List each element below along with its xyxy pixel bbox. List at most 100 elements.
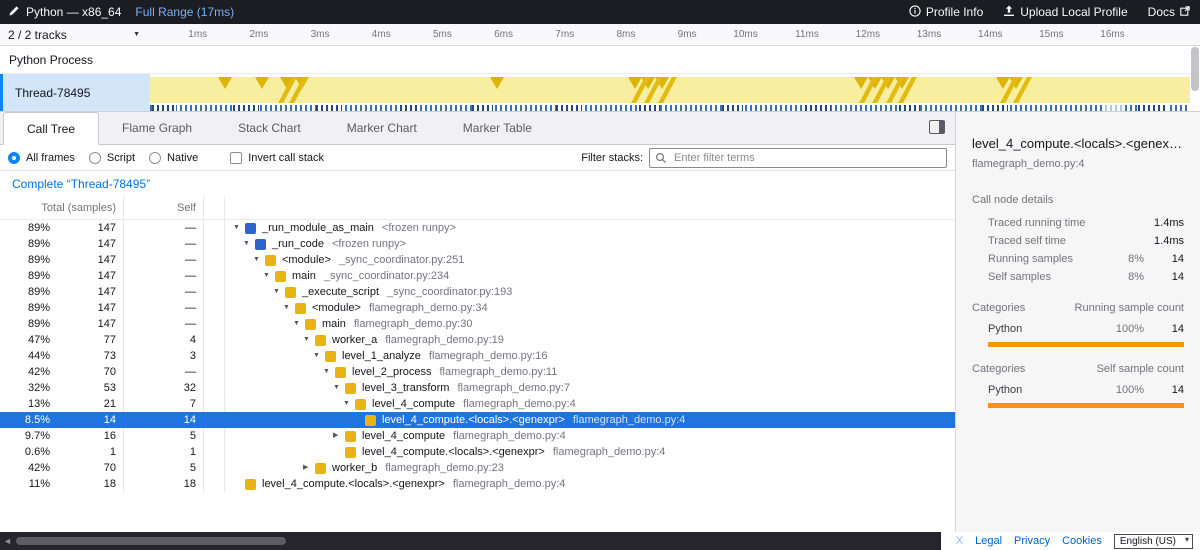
call-tree-row[interactable]: 8.5% 14 14 level_4_compute.<locals>.<gen… <box>0 412 955 428</box>
footer-x-link[interactable]: X <box>956 535 963 547</box>
cookies-link[interactable]: Cookies <box>1062 535 1102 547</box>
row-file-line: flamegraph_demo.py:30 <box>354 316 473 332</box>
track-samples[interactable] <box>150 105 1190 111</box>
twisty-icon[interactable]: ▶ <box>303 460 315 476</box>
legal-link[interactable]: Legal <box>975 535 1002 547</box>
row-function-name: main <box>292 268 316 284</box>
call-tree-row[interactable]: 89% 147 — ▼ _execute_script _sync_coordi… <box>0 284 955 300</box>
sample-segment <box>316 105 342 111</box>
call-tree-row[interactable]: 42% 70 5 ▶ worker_b flamegraph_demo.py:2… <box>0 460 955 476</box>
twisty-icon[interactable]: ▼ <box>343 396 355 412</box>
tab-call-tree[interactable]: Call Tree <box>3 112 99 145</box>
twisty-icon[interactable]: ▼ <box>323 364 335 380</box>
thread-track[interactable]: Thread-78495 <box>0 74 1200 112</box>
language-select[interactable]: English (US) ▾ <box>1114 534 1193 549</box>
ruler-tick: 13ms <box>884 24 945 45</box>
twisty-icon[interactable]: ▼ <box>333 380 345 396</box>
call-tree-row[interactable]: 9.7% 16 5 ▶ level_4_compute flamegraph_d… <box>0 428 955 444</box>
row-function-name: _execute_script <box>302 284 379 300</box>
call-tree-row[interactable]: 32% 53 32 ▼ level_3_transform flamegraph… <box>0 380 955 396</box>
twisty-icon[interactable]: ▼ <box>263 268 275 284</box>
privacy-link[interactable]: Privacy <box>1014 535 1050 547</box>
row-gutter <box>204 332 225 348</box>
call-tree-row[interactable]: 89% 147 — ▼ main flamegraph_demo.py:30 <box>0 316 955 332</box>
profile-name-button[interactable]: Python — x86_64 <box>8 5 121 20</box>
twisty-icon[interactable]: ▼ <box>233 220 245 236</box>
sample-segment <box>1138 105 1167 111</box>
twisty-icon[interactable]: ▼ <box>273 284 285 300</box>
category-color-icon <box>295 303 306 314</box>
ruler-tick: 3ms <box>272 24 333 45</box>
call-tree-row[interactable]: 13% 21 7 ▼ level_4_compute flamegraph_de… <box>0 396 955 412</box>
tab-stack-chart[interactable]: Stack Chart <box>215 112 324 144</box>
sample-segment <box>899 105 920 111</box>
tab-marker-table[interactable]: Marker Table <box>440 112 555 144</box>
row-self: — <box>124 316 204 332</box>
sidebar-toggle-button[interactable] <box>929 120 945 137</box>
row-function-name: _run_code <box>272 236 324 252</box>
call-tree-row[interactable]: 47% 77 4 ▼ worker_a flamegraph_demo.py:1… <box>0 332 955 348</box>
call-tree-row[interactable]: 89% 147 — ▼ _run_module_as_main <frozen … <box>0 220 955 236</box>
call-tree-row[interactable]: 89% 147 — ▼ <module> flamegraph_demo.py:… <box>0 300 955 316</box>
horizontal-scrollbar-thumb[interactable] <box>16 537 286 545</box>
script-label: Script <box>107 152 135 164</box>
upload-profile-button[interactable]: Upload Local Profile <box>1003 5 1127 20</box>
twisty-icon[interactable]: ▼ <box>283 300 295 316</box>
tab-marker-chart[interactable]: Marker Chart <box>324 112 440 144</box>
twisty-icon[interactable]: ▼ <box>253 252 265 268</box>
invert-call-stack-checkbox[interactable] <box>230 152 242 164</box>
row-total-samples: 73 <box>50 348 123 364</box>
sidebar-panel-icon <box>929 120 945 137</box>
category-color-icon <box>305 319 316 330</box>
category-bar-python-self <box>988 403 1184 408</box>
twisty-icon[interactable]: ▶ <box>333 428 345 444</box>
sample-segment <box>233 105 259 111</box>
row-function-name: main <box>322 316 346 332</box>
vertical-scrollbar-thumb[interactable] <box>1191 47 1199 91</box>
thread-track-canvas[interactable] <box>150 74 1190 111</box>
row-function-name: level_4_compute <box>372 396 455 412</box>
call-tree-row[interactable]: 0.6% 1 1 level_4_compute.<locals>.<genex… <box>0 444 955 460</box>
detail-row: Traced self time 1.4ms <box>988 232 1184 250</box>
footer-links: X Legal Privacy Cookies English (US) ▾ <box>941 532 1200 550</box>
call-tree-row[interactable]: 44% 73 3 ▼ level_1_analyze flamegraph_de… <box>0 348 955 364</box>
row-total-samples: 77 <box>50 332 123 348</box>
tracks-dropdown[interactable]: 2 / 2 tracks ▼ <box>0 24 150 45</box>
twisty-icon[interactable]: ▼ <box>293 316 305 332</box>
twisty-icon[interactable]: ▼ <box>313 348 325 364</box>
selected-node-title: level_4_compute.<locals>.<genexpr> <box>972 136 1184 151</box>
row-gutter <box>204 444 225 460</box>
row-function-name: <module> <box>282 252 331 268</box>
sample-segment <box>1105 105 1124 111</box>
native-radio[interactable] <box>149 152 161 164</box>
twisty-icon[interactable]: ▼ <box>243 236 255 252</box>
profile-info-button[interactable]: Profile Info <box>909 5 983 20</box>
filter-stacks-input[interactable] <box>649 148 947 168</box>
thread-track-label[interactable]: Thread-78495 <box>0 74 150 111</box>
scroll-left-arrow-icon[interactable]: ◄ <box>3 536 12 546</box>
column-header-total[interactable]: Total (samples) <box>0 197 124 219</box>
process-track[interactable]: Python Process <box>0 46 1200 74</box>
docs-link[interactable]: Docs <box>1148 5 1190 19</box>
ruler-tick: 2ms <box>211 24 272 45</box>
docs-label: Docs <box>1148 5 1175 19</box>
breadcrumb[interactable]: Complete “Thread-78495” <box>12 177 150 191</box>
script-radio[interactable] <box>89 152 101 164</box>
twisty-icon[interactable]: ▼ <box>303 332 315 348</box>
row-total-samples: 147 <box>50 220 123 236</box>
all-frames-radio[interactable] <box>8 152 20 164</box>
horizontal-scrollbar[interactable]: ◄ <box>0 532 941 550</box>
call-tree-row[interactable]: 11% 18 18 level_4_compute.<locals>.<gene… <box>0 476 955 492</box>
tab-flame-graph[interactable]: Flame Graph <box>99 112 215 144</box>
vertical-scrollbar[interactable] <box>1191 47 1199 109</box>
call-tree-row[interactable]: 89% 147 — ▼ main _sync_coordinator.py:23… <box>0 268 955 284</box>
row-gutter <box>204 284 225 300</box>
column-header-self[interactable]: Self <box>124 197 204 219</box>
sample-segment <box>805 105 831 111</box>
call-tree-row[interactable]: 89% 147 — ▼ <module> _sync_coordinator.p… <box>0 252 955 268</box>
full-range-link[interactable]: Full Range (17ms) <box>135 5 234 19</box>
row-total-samples: 147 <box>50 252 123 268</box>
call-tree-row[interactable]: 89% 147 — ▼ _run_code <frozen runpy> <box>0 236 955 252</box>
call-tree-row[interactable]: 42% 70 — ▼ level_2_process flamegraph_de… <box>0 364 955 380</box>
track-activity-band[interactable] <box>150 77 1190 103</box>
